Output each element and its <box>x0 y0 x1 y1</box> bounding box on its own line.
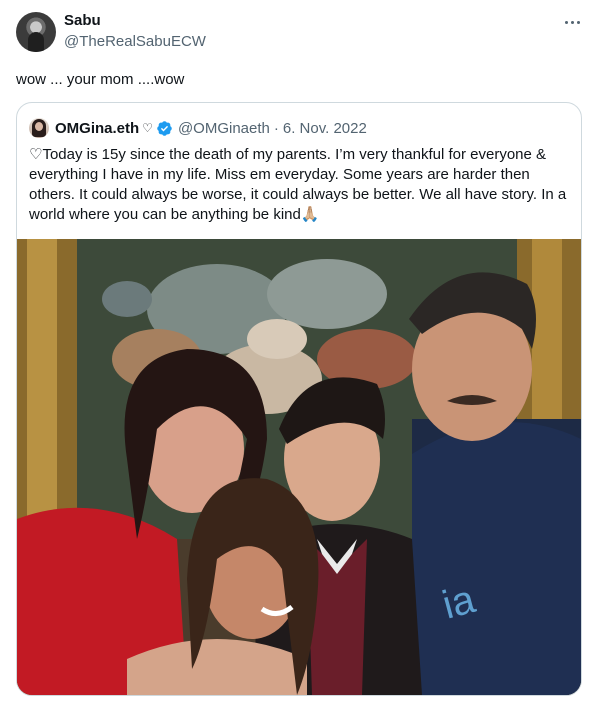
more-options-button[interactable] <box>560 10 584 34</box>
family-photo-illustration: ia <box>17 239 581 695</box>
quoted-tweet-header: OMGina.eth ♡ @OMGinaeth · 6. Nov. 2022 <box>29 117 367 139</box>
quoted-tweet[interactable]: OMGina.eth ♡ @OMGinaeth · 6. Nov. 2022 ♡… <box>16 102 582 696</box>
quoted-tweet-date[interactable]: 6. Nov. 2022 <box>283 120 367 137</box>
author-name[interactable]: Sabu <box>64 12 101 29</box>
separator-dot: · <box>273 119 279 137</box>
author-handle[interactable]: @TheRealSabuECW <box>64 33 206 50</box>
quoted-author-handle[interactable]: @OMGinaeth <box>178 120 270 137</box>
name-heart-symbol: ♡ <box>142 121 153 135</box>
more-horizontal-icon <box>564 20 568 24</box>
quoted-author-name[interactable]: OMGina.eth <box>55 120 139 137</box>
more-dot <box>570 20 574 24</box>
tweet: Sabu @TheRealSabuECW wow ... your mom ..… <box>0 0 598 704</box>
quoted-tweet-text: ♡Today is 15y since the death of my pare… <box>29 146 567 223</box>
verified-badge-icon <box>157 120 172 136</box>
tweet-text: wow ... your mom ....wow <box>16 71 185 88</box>
quoted-author-avatar[interactable] <box>29 118 49 138</box>
author-avatar[interactable] <box>16 12 56 52</box>
quoted-tweet-photo[interactable]: ia <box>17 239 581 695</box>
more-dot <box>576 20 580 24</box>
